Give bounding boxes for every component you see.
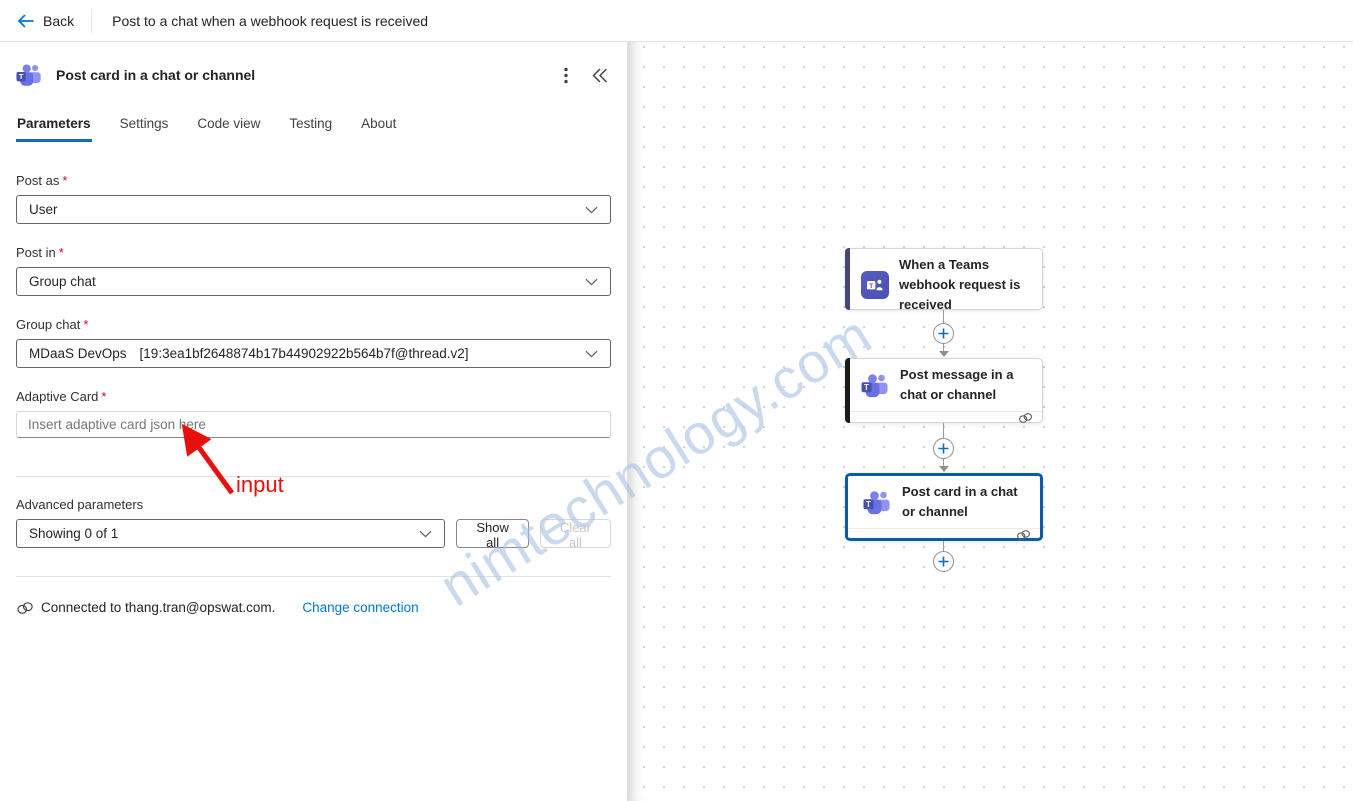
- advanced-parameters-dropdown[interactable]: Showing 0 of 1: [16, 519, 445, 548]
- tab-testing[interactable]: Testing: [288, 116, 333, 142]
- section-divider: [16, 576, 611, 577]
- connector-line: [943, 541, 944, 551]
- chevron-down-icon: [585, 206, 598, 214]
- advanced-parameters-label: Advanced parameters: [16, 497, 611, 512]
- tab-about[interactable]: About: [360, 116, 397, 142]
- connection-icon: [16, 601, 34, 615]
- tab-settings[interactable]: Settings: [119, 116, 170, 142]
- insert-step-button[interactable]: [933, 323, 954, 344]
- tab-code-view[interactable]: Code view: [196, 116, 261, 142]
- back-button[interactable]: Back: [0, 0, 91, 41]
- post-in-dropdown[interactable]: Group chat: [16, 267, 611, 296]
- flow-designer-canvas[interactable]: T When a Teams webhook request is receiv…: [628, 42, 1353, 801]
- svg-text:T: T: [864, 382, 869, 391]
- more-options-icon[interactable]: [564, 67, 568, 84]
- main-area: T Post card in a chat or channel Paramet…: [0, 42, 1353, 801]
- panel-header: T Post card in a chat or channel: [16, 63, 611, 87]
- show-all-button[interactable]: Show all: [456, 519, 529, 548]
- required-marker: *: [83, 317, 88, 332]
- top-bar: Back Post to a chat when a webhook reque…: [0, 0, 1353, 42]
- plus-icon: [938, 443, 949, 454]
- connection-status-text: Connected to thang.tran@opswat.com.: [41, 600, 275, 615]
- node-title: When a Teams webhook request is received: [899, 255, 1034, 315]
- post-as-label: Post as*: [16, 173, 611, 188]
- connection-row: Connected to thang.tran@opswat.com. Chan…: [16, 600, 611, 615]
- change-connection-link[interactable]: Change connection: [302, 600, 418, 615]
- group-chat-dropdown[interactable]: MDaaS DevOps [19:3ea1bf2648874b17b449029…: [16, 339, 611, 368]
- action-node-post-message[interactable]: T Post message in a chat or channel: [845, 358, 1043, 423]
- panel-title: Post card in a chat or channel: [56, 67, 255, 83]
- group-chat-thread-id: [19:3ea1bf2648874b17b44902922b564b7f@thr…: [140, 346, 469, 361]
- insert-step-button[interactable]: [933, 551, 954, 572]
- connection-reference-icon: [1016, 529, 1031, 541]
- required-marker: *: [59, 245, 64, 260]
- teams-icon: T: [863, 490, 892, 515]
- tab-parameters[interactable]: Parameters: [16, 116, 92, 142]
- node-accent-bar: [845, 248, 850, 310]
- teams-icon: T: [861, 373, 890, 398]
- connector-arrowhead: [939, 466, 949, 472]
- node-accent-bar: [845, 358, 850, 423]
- chevron-down-icon: [585, 278, 598, 286]
- section-divider: [16, 476, 611, 477]
- group-chat-label: Group chat*: [16, 317, 611, 332]
- post-as-dropdown[interactable]: User: [16, 195, 611, 224]
- required-marker: *: [62, 173, 67, 188]
- topbar-divider: [91, 9, 92, 33]
- chevron-down-icon: [585, 350, 598, 358]
- adaptive-card-label: Adaptive Card*: [16, 389, 611, 404]
- svg-text:T: T: [869, 283, 873, 290]
- insert-step-button[interactable]: [933, 438, 954, 459]
- connector-arrowhead: [939, 351, 949, 357]
- collapse-panel-icon[interactable]: [591, 68, 608, 83]
- flow-title: Post to a chat when a webhook request is…: [112, 13, 428, 29]
- advanced-parameters-row: Showing 0 of 1 Show all Clear all: [16, 519, 611, 548]
- connection-reference-icon: [1018, 412, 1033, 424]
- node-footer: [848, 528, 1040, 541]
- adaptive-card-input[interactable]: [16, 411, 611, 438]
- trigger-node-webhook[interactable]: T When a Teams webhook request is receiv…: [845, 248, 1043, 310]
- node-title: Post message in a chat or channel: [900, 365, 1034, 405]
- teams-icon: T: [16, 63, 45, 87]
- back-arrow-icon: [17, 14, 34, 28]
- node-title: Post card in a chat or channel: [902, 482, 1032, 522]
- action-config-panel: T Post card in a chat or channel Paramet…: [0, 42, 628, 801]
- plus-icon: [938, 556, 949, 567]
- back-label: Back: [43, 13, 74, 29]
- teams-webhook-icon: T: [861, 271, 889, 299]
- post-in-label: Post in*: [16, 245, 611, 260]
- required-marker: *: [101, 389, 106, 404]
- chevron-down-icon: [419, 530, 432, 538]
- action-node-post-card[interactable]: T Post card in a chat or channel: [845, 473, 1043, 541]
- svg-text:T: T: [19, 72, 24, 81]
- svg-text:T: T: [866, 499, 871, 508]
- node-footer: [846, 411, 1042, 424]
- plus-icon: [938, 328, 949, 339]
- clear-all-button[interactable]: Clear all: [540, 519, 611, 548]
- panel-tabs: Parameters Settings Code view Testing Ab…: [16, 116, 611, 142]
